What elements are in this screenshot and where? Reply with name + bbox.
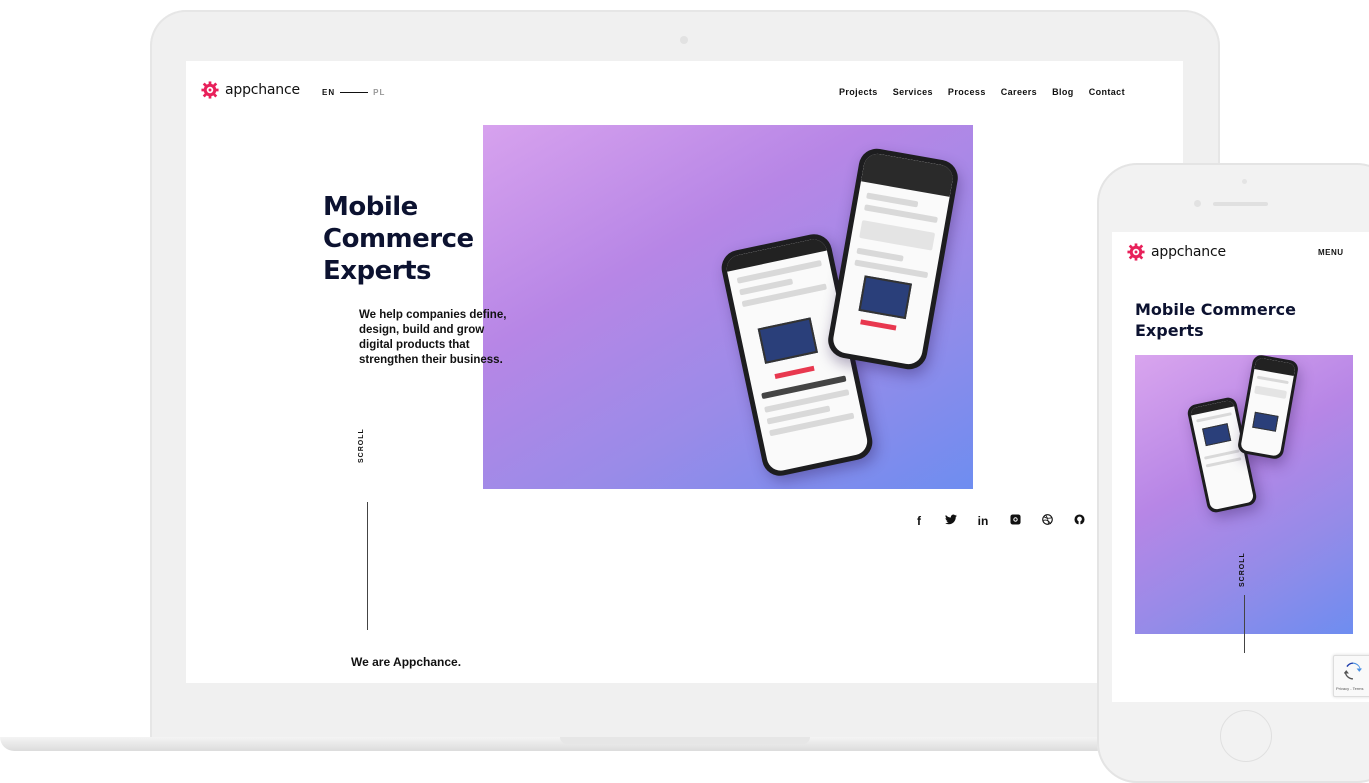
phone-mockup-front	[825, 145, 961, 373]
mobile-scroll-label[interactable]: SCROLL	[1239, 552, 1246, 587]
mobile-brand-logo[interactable]: appchance	[1127, 243, 1226, 261]
recaptcha-icon	[1344, 662, 1362, 680]
twitter-icon[interactable]	[945, 514, 957, 528]
nav-process[interactable]: Process	[948, 87, 986, 97]
phone-home-button	[1220, 710, 1272, 762]
nav-services[interactable]: Services	[893, 87, 933, 97]
phone-mockup-front	[1236, 355, 1300, 461]
scroll-indicator-label[interactable]: SCROLL	[358, 428, 365, 463]
about-heading: We are Appchance.	[351, 655, 462, 669]
hero-subtitle-line: digital products that	[359, 339, 470, 351]
appchance-logo-icon	[201, 81, 219, 99]
nav-projects[interactable]: Projects	[839, 87, 878, 97]
mobile-hero-title: Mobile Commerce Experts	[1135, 299, 1296, 341]
nav-blog[interactable]: Blog	[1052, 87, 1074, 97]
nav-careers[interactable]: Careers	[1001, 87, 1037, 97]
recaptcha-badge[interactable]: Privacy - Terms	[1333, 655, 1369, 697]
github-icon[interactable]	[1073, 514, 1085, 528]
laptop-base-notch	[560, 737, 810, 744]
dribbble-icon[interactable]	[1041, 514, 1053, 528]
mobile-scroll-line	[1244, 595, 1245, 653]
mobile-hero-title-line: Experts	[1135, 321, 1204, 340]
language-switcher: EN PL	[322, 88, 385, 97]
appchance-logo-icon	[1127, 243, 1145, 261]
main-nav: Projects Services Process Careers Blog C…	[839, 87, 1125, 97]
lang-divider	[340, 92, 369, 93]
desktop-website-screen: appchance EN PL Projects Services Proces…	[186, 61, 1183, 683]
nav-contact[interactable]: Contact	[1089, 87, 1125, 97]
scroll-indicator-line	[367, 502, 368, 630]
brand-logo[interactable]: appchance	[201, 81, 300, 99]
facebook-icon[interactable]: f	[913, 514, 925, 528]
linkedin-icon[interactable]: in	[977, 514, 989, 528]
hero-subtitle-line: We help companies define,	[359, 309, 507, 321]
hero-image	[483, 125, 973, 489]
brand-name: appchance	[225, 82, 300, 98]
phone-sensor	[1194, 200, 1201, 207]
social-links: f in	[913, 514, 1085, 528]
hero-title-line: Experts	[323, 256, 432, 286]
hero-subtitle-line: strengthen their business.	[359, 354, 503, 366]
mobile-menu-button[interactable]: MENU	[1318, 248, 1344, 257]
instagram-icon[interactable]	[1009, 514, 1021, 528]
hero-subtitle: We help companies define, design, build …	[359, 308, 529, 368]
mobile-brand-name: appchance	[1151, 244, 1226, 260]
hero-title: Mobile Commerce Experts	[323, 191, 474, 287]
phone-camera	[1242, 179, 1247, 184]
mobile-website-screen: appchance MENU Mobile Commerce Experts S…	[1112, 232, 1369, 702]
mobile-hero-title-line: Mobile Commerce	[1135, 300, 1296, 319]
hero-subtitle-line: design, build and grow	[359, 324, 485, 336]
mobile-hero-image	[1135, 355, 1353, 634]
recaptcha-text: Privacy - Terms	[1336, 686, 1364, 691]
lang-pl-link[interactable]: PL	[373, 88, 385, 97]
hero-title-line: Commerce	[323, 224, 474, 254]
laptop-camera	[680, 36, 688, 44]
lang-en-link[interactable]: EN	[322, 88, 335, 97]
phone-speaker	[1213, 202, 1268, 206]
hero-title-line: Mobile	[323, 192, 418, 222]
